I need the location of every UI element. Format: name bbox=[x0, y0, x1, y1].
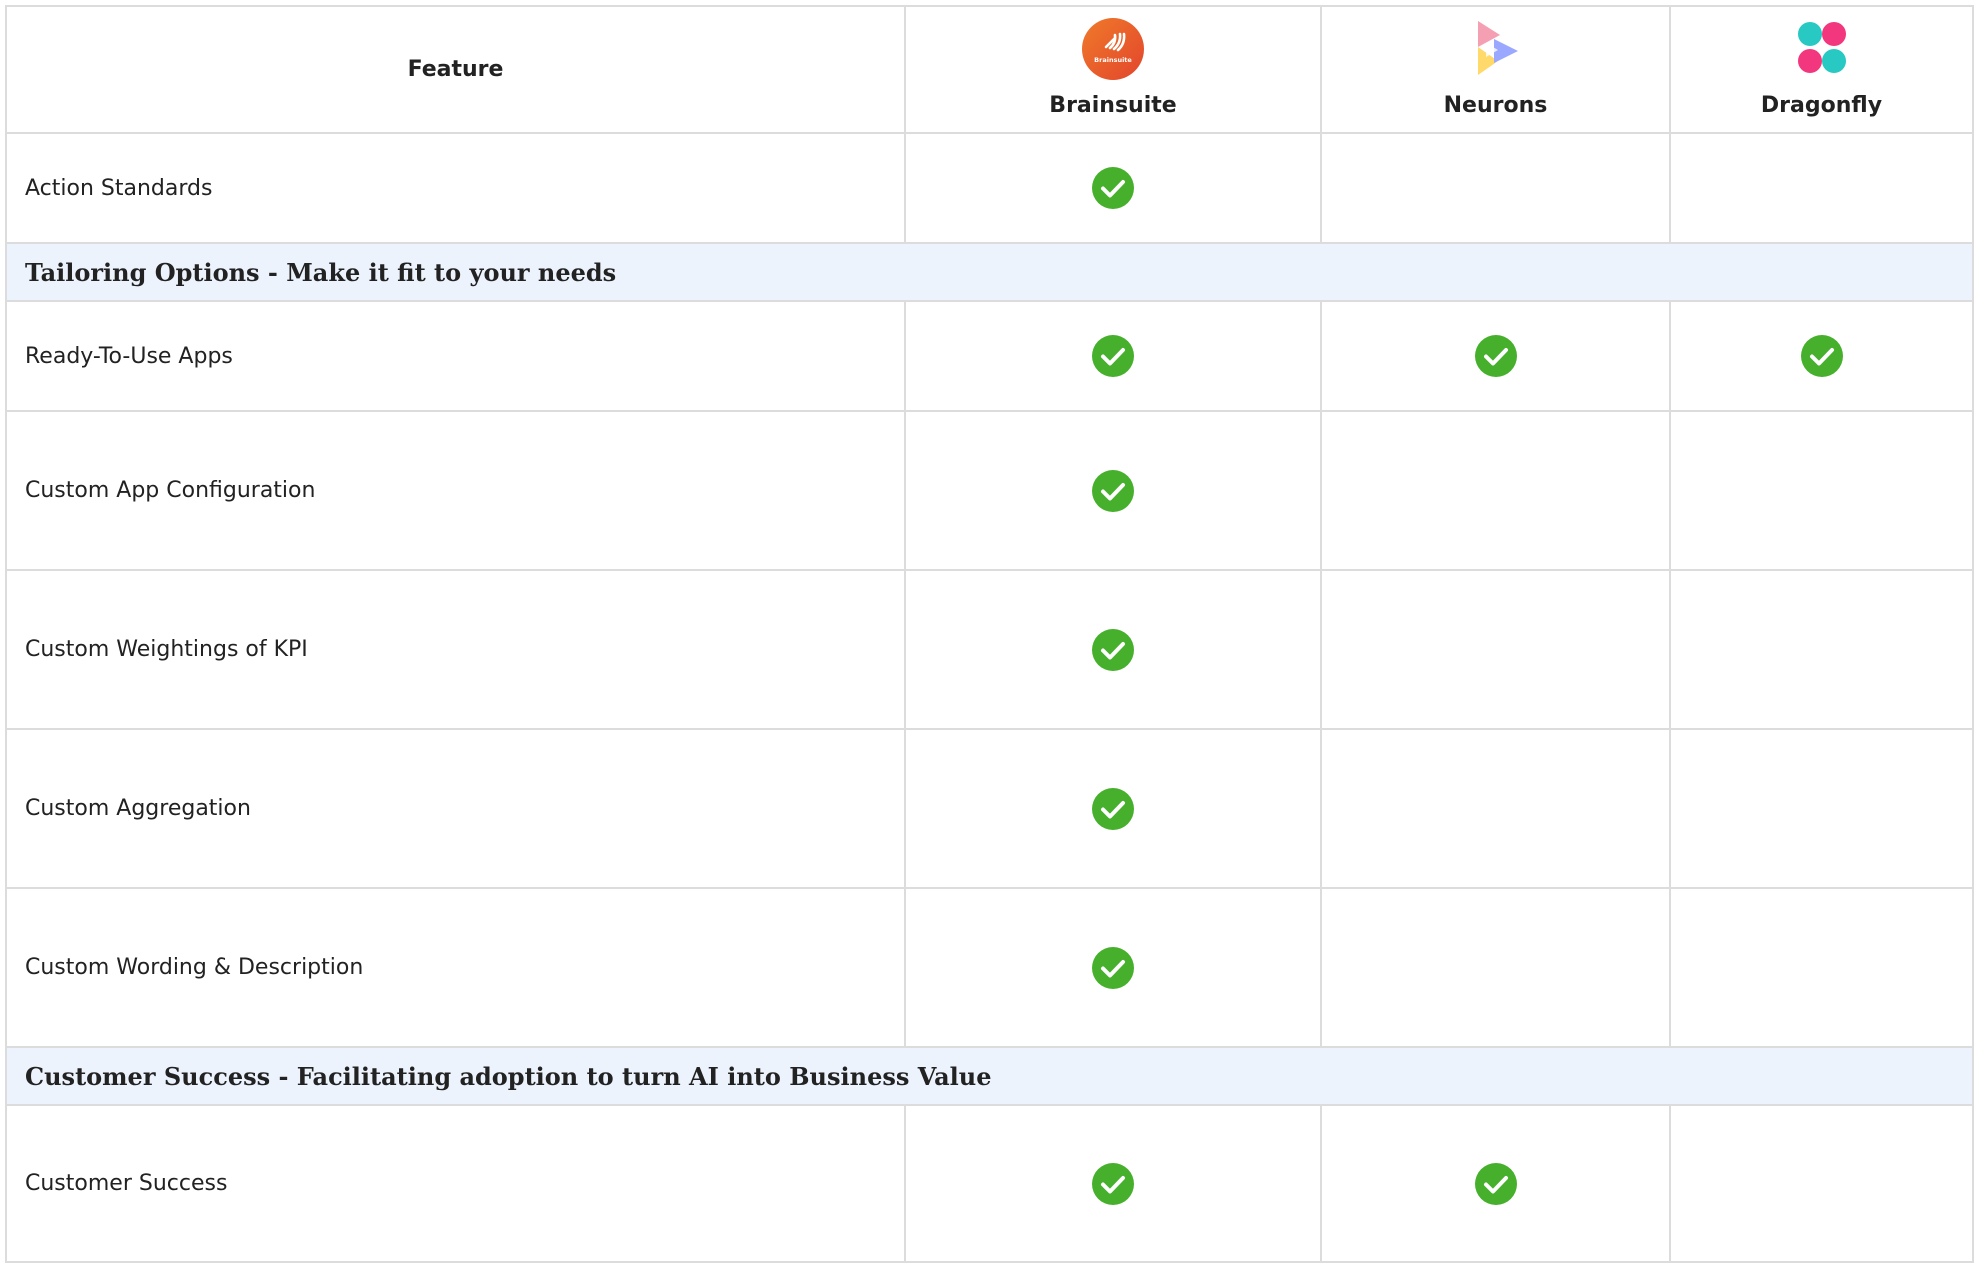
section-heading-customer-success: Customer Success - Facilitating adoption… bbox=[5, 1046, 1974, 1106]
cell-dragonfly bbox=[1669, 410, 1974, 571]
cell-neurons bbox=[1320, 410, 1671, 571]
check-icon bbox=[1092, 335, 1134, 377]
table-row: Custom App Configuration bbox=[5, 410, 1974, 571]
table-row: Custom Weightings of KPI bbox=[5, 569, 1974, 730]
brainsuite-logo-icon: Brainsuite bbox=[1082, 18, 1144, 80]
cell-brainsuite bbox=[904, 728, 1322, 889]
feature-label: Ready-To-Use Apps bbox=[5, 300, 906, 412]
check-icon bbox=[1092, 469, 1134, 512]
section-row: Tailoring Options - Make it fit to your … bbox=[5, 242, 1974, 302]
table-row: Custom Aggregation bbox=[5, 728, 1974, 889]
feature-label: Custom Weightings of KPI bbox=[5, 569, 906, 730]
table-row: Customer Success bbox=[5, 1104, 1974, 1263]
check-icon bbox=[1092, 1162, 1134, 1205]
feature-column-header: Feature bbox=[5, 5, 906, 134]
feature-label: Custom Wording & Description bbox=[5, 887, 906, 1048]
check-icon bbox=[1092, 787, 1134, 830]
cell-neurons bbox=[1320, 887, 1671, 1048]
check-icon bbox=[1092, 628, 1134, 671]
check-icon bbox=[1474, 335, 1517, 377]
check-icon bbox=[1800, 335, 1843, 377]
section-heading-tailoring: Tailoring Options - Make it fit to your … bbox=[5, 242, 1974, 302]
check-icon bbox=[1092, 167, 1134, 209]
feature-label: Action Standards bbox=[5, 132, 906, 244]
cell-dragonfly bbox=[1669, 1104, 1974, 1263]
cell-brainsuite bbox=[904, 300, 1322, 412]
vendor-name-dragonfly: Dragonfly bbox=[1760, 93, 1883, 118]
cell-brainsuite bbox=[904, 410, 1322, 571]
cell-brainsuite bbox=[904, 887, 1322, 1048]
comparison-table-container: Feature Brainsuite Brainsuite Neurons Dr… bbox=[5, 5, 1974, 1263]
table-header-row: Feature Brainsuite Brainsuite Neurons Dr… bbox=[5, 5, 1974, 134]
feature-label: Custom Aggregation bbox=[5, 728, 906, 889]
cell-neurons bbox=[1320, 569, 1671, 730]
table-row: Custom Wording & Description bbox=[5, 887, 1974, 1048]
feature-comparison-table: Feature Brainsuite Brainsuite Neurons Dr… bbox=[5, 5, 1974, 1263]
vendor-header-brainsuite: Brainsuite Brainsuite bbox=[904, 5, 1322, 134]
cell-neurons bbox=[1320, 132, 1671, 244]
vendor-header-dragonfly: Dragonfly bbox=[1669, 5, 1974, 134]
feature-label: Custom App Configuration bbox=[5, 410, 906, 571]
cell-dragonfly bbox=[1669, 887, 1974, 1048]
check-icon bbox=[1092, 946, 1134, 989]
vendor-name-brainsuite: Brainsuite bbox=[1049, 93, 1177, 118]
cell-neurons bbox=[1320, 1104, 1671, 1263]
cell-brainsuite bbox=[904, 132, 1322, 244]
cell-neurons bbox=[1320, 728, 1671, 889]
table-row: Ready-To-Use Apps bbox=[5, 300, 1974, 412]
brainsuite-logo-wordmark: Brainsuite bbox=[1094, 56, 1132, 64]
cell-brainsuite bbox=[904, 1104, 1322, 1263]
vendor-header-neurons: Neurons bbox=[1320, 5, 1671, 134]
cell-dragonfly bbox=[1669, 728, 1974, 889]
cell-neurons bbox=[1320, 300, 1671, 412]
check-icon bbox=[1474, 1162, 1517, 1205]
cell-dragonfly bbox=[1669, 300, 1974, 412]
dragonfly-logo-icon bbox=[1797, 22, 1846, 73]
neurons-logo-icon bbox=[1477, 21, 1518, 75]
section-row: Customer Success - Facilitating adoption… bbox=[5, 1046, 1974, 1106]
cell-brainsuite bbox=[904, 569, 1322, 730]
vendor-name-neurons: Neurons bbox=[1443, 93, 1548, 118]
cell-dragonfly bbox=[1669, 132, 1974, 244]
cell-dragonfly bbox=[1669, 569, 1974, 730]
feature-label: Customer Success bbox=[5, 1104, 906, 1263]
table-row: Action Standards bbox=[5, 132, 1974, 244]
